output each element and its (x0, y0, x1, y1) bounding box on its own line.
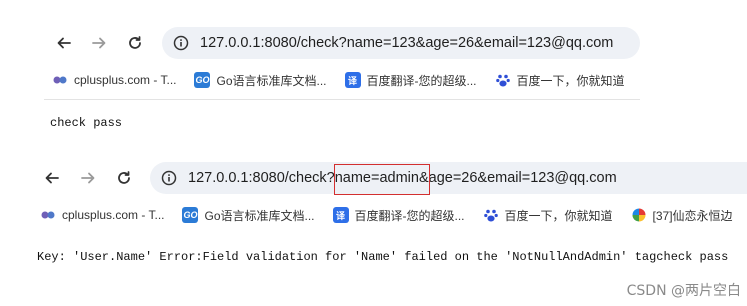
address-bar[interactable]: 127.0.0.1:8080/check?name=admin&age=26&e… (150, 162, 747, 194)
bookmark-item[interactable]: 译 百度翻译-您的超级... (332, 207, 465, 224)
baidu-fanyi-icon: 译 (344, 72, 361, 88)
page-content-1: check pass (50, 116, 123, 130)
browser-window-1: 127.0.0.1:8080/check?name=123&age=26&ema… (0, 0, 640, 100)
bookmark-label: 百度翻译-您的超级... (354, 208, 465, 223)
back-arrow-icon (45, 172, 59, 184)
bookmark-label: Go语言标准库文档... (216, 73, 327, 88)
cplusplus-icon (40, 207, 56, 223)
watermark: CSDN @两片空白 (626, 283, 741, 299)
reload-button[interactable] (124, 32, 146, 54)
baidu-paw-icon (482, 207, 499, 223)
reload-icon (129, 36, 141, 49)
bookmark-item[interactable]: 百度一下，你就知道 (482, 207, 613, 224)
baidu-paw-icon (494, 72, 511, 88)
bookmark-label: 百度翻译-您的超级... (366, 73, 477, 88)
forward-arrow-icon (92, 37, 106, 49)
back-button[interactable] (53, 32, 75, 54)
bookmark-item[interactable]: cplusplus.com - T... (52, 72, 176, 88)
back-arrow-icon (57, 37, 71, 49)
bookmarks-bar: cplusplus.com - T... GO Go语言标准库文档... 译 百… (52, 69, 643, 91)
toolbar-divider (44, 99, 640, 100)
address-url[interactable]: 127.0.0.1:8080/check?name=123&age=26&ema… (200, 35, 613, 51)
page-content-2: Key: 'User.Name' Error:Field validation … (37, 250, 729, 264)
reload-button[interactable] (113, 167, 135, 189)
site-info-icon[interactable] (160, 169, 178, 187)
cplusplus-icon (52, 72, 68, 88)
forward-button[interactable] (77, 167, 99, 189)
bookmark-item[interactable]: GO Go语言标准库文档... (182, 207, 315, 224)
bookmarks-bar: cplusplus.com - T... GO Go语言标准库文档... 译 百… (40, 204, 747, 226)
address-bar[interactable]: 127.0.0.1:8080/check?name=123&age=26&ema… (162, 27, 640, 59)
forward-arrow-icon (81, 172, 95, 184)
go-icon: GO (194, 72, 211, 88)
bookmark-item[interactable]: [37]仙恋永恒边 (630, 207, 733, 224)
bookmark-label: [37]仙恋永恒边 (652, 208, 733, 223)
bookmark-item[interactable]: GO Go语言标准库文档... (194, 72, 327, 89)
bookmark-item[interactable]: cplusplus.com - T... (40, 207, 164, 223)
back-button[interactable] (41, 167, 63, 189)
site-info-icon[interactable] (172, 34, 190, 52)
bookmark-label: Go语言标准库文档... (204, 208, 315, 223)
baidu-fanyi-icon: 译 (332, 207, 349, 223)
reload-icon (118, 171, 130, 184)
game-icon (630, 207, 647, 223)
forward-button[interactable] (88, 32, 110, 54)
bookmark-label: cplusplus.com - T... (74, 73, 177, 87)
bookmark-item[interactable]: 百度一下，你就知道 (494, 72, 625, 89)
go-icon: GO (182, 207, 199, 223)
highlight-box (334, 164, 430, 195)
bookmark-label: 百度一下，你就知道 (516, 73, 625, 88)
bookmark-label: cplusplus.com - T... (62, 208, 165, 222)
bookmark-item[interactable]: 译 百度翻译-您的超级... (344, 72, 477, 89)
bookmark-label: 百度一下，你就知道 (504, 208, 613, 223)
